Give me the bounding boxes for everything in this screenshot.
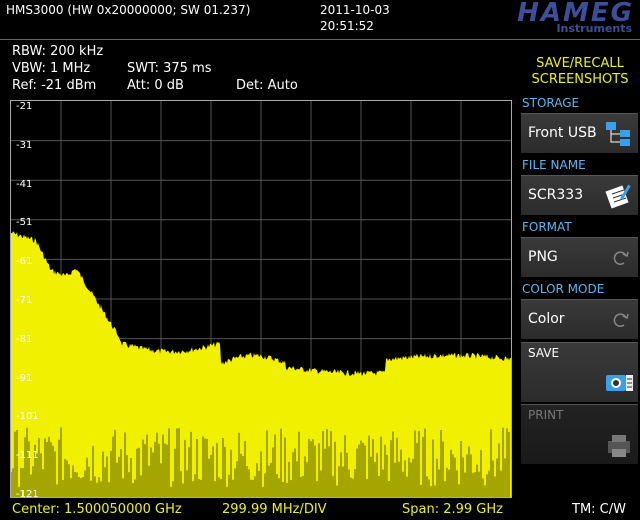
spectrum-plot[interactable] bbox=[10, 100, 512, 498]
filename-label: FILE NAME bbox=[522, 158, 586, 172]
top-bar: HMS3000 (HW 0x20000000; SW 01.237) 2011-… bbox=[0, 0, 640, 40]
save-button[interactable]: SAVE bbox=[521, 342, 638, 402]
date: 2011-10-03 bbox=[320, 3, 390, 17]
divider bbox=[0, 39, 640, 40]
filename-button[interactable]: SCR333 bbox=[521, 175, 638, 215]
y-axis-label: -51 bbox=[16, 217, 33, 229]
format-value: PNG bbox=[528, 249, 558, 265]
y-axis-label: -91 bbox=[16, 372, 33, 384]
frequency-per-div: 299.99 MHz/DIV bbox=[222, 502, 327, 517]
center-frequency: Center: 1.500050000 GHz bbox=[12, 502, 182, 517]
span: Span: 2.99 GHz bbox=[402, 502, 503, 517]
menu-title-line1: SAVE/RECALL bbox=[536, 56, 624, 71]
format-label: FORMAT bbox=[522, 220, 572, 234]
bottom-bar: Center: 1.500050000 GHz 299.99 MHz/DIV S… bbox=[0, 500, 640, 520]
y-axis-label: -81 bbox=[16, 333, 33, 345]
cycle-icon bbox=[613, 251, 629, 265]
swt: SWT: 375 ms bbox=[127, 61, 212, 76]
notepad-edit-icon bbox=[605, 184, 631, 209]
vbw: VBW: 1 MHz bbox=[12, 61, 91, 76]
menu-title: SAVE/RECALL SCREENSHOTS bbox=[520, 56, 640, 88]
print-button[interactable]: PRINT bbox=[521, 404, 638, 464]
y-axis-label: -101 bbox=[16, 411, 39, 423]
cycle-icon bbox=[613, 313, 629, 327]
y-axis-label: -61 bbox=[16, 256, 33, 268]
colormode-value: Color bbox=[528, 311, 565, 327]
filename-value: SCR333 bbox=[528, 187, 584, 203]
colormode-label: COLOR MODE bbox=[522, 282, 605, 296]
save-label: SAVE bbox=[528, 346, 560, 360]
colormode-button[interactable]: Color bbox=[521, 299, 638, 339]
detector: Det: Auto bbox=[236, 78, 298, 93]
y-axis-label: -111 bbox=[16, 450, 39, 462]
printer-icon bbox=[608, 435, 630, 457]
menu-title-line2: SCREENSHOTS bbox=[531, 72, 629, 87]
print-label: PRINT bbox=[528, 408, 564, 422]
date-time: 2011-10-03 20:51:52 bbox=[320, 2, 390, 34]
ref-level: Ref: -21 dBm bbox=[12, 78, 97, 93]
format-button[interactable]: PNG bbox=[521, 237, 638, 277]
storage-label: STORAGE bbox=[522, 96, 580, 110]
brand-logo: HAMEG Instruments bbox=[448, 0, 638, 38]
camera-icon bbox=[606, 375, 633, 391]
y-axis-label: -71 bbox=[16, 295, 33, 306]
attenuation: Att: 0 dB bbox=[127, 78, 184, 93]
y-axis-label: -41 bbox=[16, 178, 33, 190]
trigger-mode: TM: C/W bbox=[572, 502, 626, 517]
device-model: HMS3000 (HW 0x20000000; SW 01.237) bbox=[6, 3, 251, 17]
y-axis-label: -21 bbox=[16, 101, 33, 112]
rbw: RBW: 200 kHz bbox=[12, 44, 104, 59]
folder-tree-icon bbox=[606, 122, 630, 146]
storage-button[interactable]: Front USB bbox=[521, 113, 638, 153]
y-axis-label: -121 bbox=[16, 489, 39, 500]
y-axis-label: -31 bbox=[16, 139, 33, 151]
storage-value: Front USB bbox=[528, 125, 597, 141]
time: 20:51:52 bbox=[320, 19, 374, 33]
logo-subtitle: Instruments bbox=[556, 22, 632, 35]
spectrum-trace bbox=[11, 101, 511, 497]
